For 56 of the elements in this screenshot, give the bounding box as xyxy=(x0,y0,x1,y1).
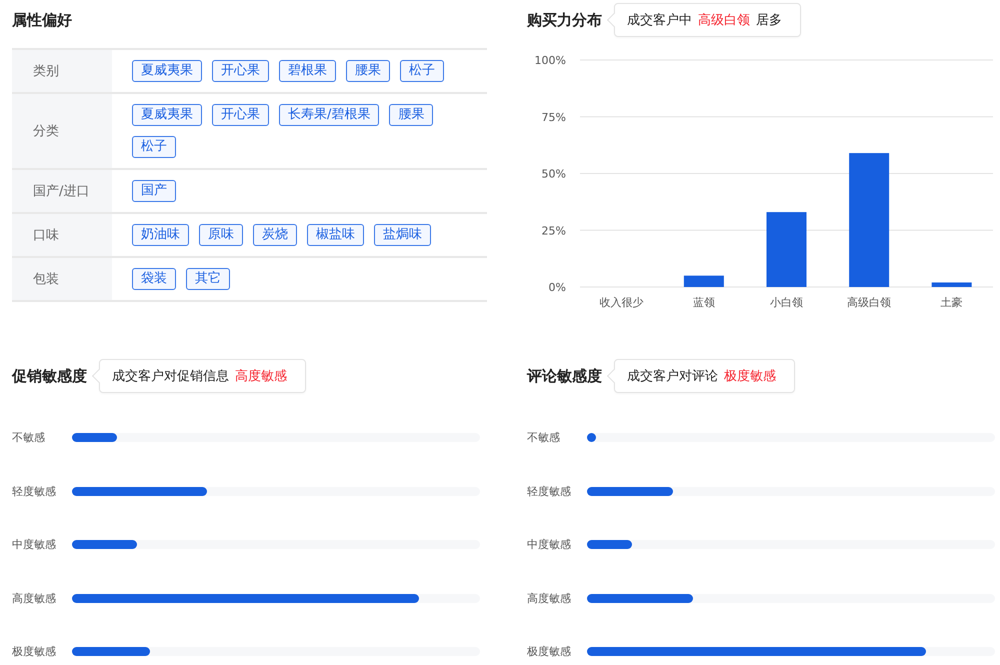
category-label: 收入很少 xyxy=(599,296,644,309)
callout-highlight: 高度敏感 xyxy=(235,368,287,385)
attribute-tag: 腰果 xyxy=(346,60,390,82)
bar-label: 轻度敏感 xyxy=(12,484,57,499)
callout-text: 成交客户对评论 xyxy=(627,368,718,385)
section-title: 属性偏好 xyxy=(12,10,72,30)
attribute-tag: 夏威夷果 xyxy=(132,60,202,82)
category-label: 高级白领 xyxy=(847,296,892,309)
attribute-tag: 奶油味 xyxy=(132,224,189,246)
attribute-tag: 其它 xyxy=(186,268,230,290)
row-label: 包装 xyxy=(33,271,59,288)
category-label: 土豪 xyxy=(940,296,963,309)
axis-tick-label: 100% xyxy=(534,54,566,67)
attribute-tag: 松子 xyxy=(400,60,444,82)
bar-label: 高度敏感 xyxy=(12,590,57,606)
attribute-tag: 碧根果 xyxy=(279,60,336,82)
attribute-tag: 夏威夷果 xyxy=(132,104,202,126)
bar-label: 极度敏感 xyxy=(527,644,572,660)
callout-highlight: 极度敏感 xyxy=(724,368,776,385)
bar-label: 不敏感 xyxy=(12,430,46,446)
attribute-tag: 国产 xyxy=(132,180,176,202)
callout-highlight: 高级白领 xyxy=(698,12,750,29)
callout-text: 成交客户中 xyxy=(627,12,692,29)
row-label: 分类 xyxy=(33,123,59,140)
attribute-tag: 长寿果/碧根果 xyxy=(279,104,380,126)
chart-bar xyxy=(684,276,724,287)
section-title: 评论敏感度 xyxy=(527,366,602,386)
callout-text: 成交客户对促销信息 xyxy=(112,368,229,385)
attribute-tag: 炭烧 xyxy=(253,224,297,246)
category-label: 小白领 xyxy=(770,296,803,309)
attribute-tag: 原味 xyxy=(199,224,243,246)
bar-label: 轻度敏感 xyxy=(527,484,572,499)
axis-tick-label: 50% xyxy=(542,168,566,180)
bar-label: 不敏感 xyxy=(527,430,561,446)
attribute-tag: 椒盐味 xyxy=(307,224,364,246)
category-label: 蓝领 xyxy=(692,296,715,309)
section-title: 购买力分布 xyxy=(527,10,602,30)
callout-text: 居多 xyxy=(756,12,782,29)
section-title: 促销敏感度 xyxy=(12,366,87,386)
bar-label: 极度敏感 xyxy=(12,644,57,660)
row-label: 国产/进口 xyxy=(33,183,90,200)
attribute-tag: 袋装 xyxy=(132,268,176,290)
attribute-tag: 腰果 xyxy=(389,104,434,126)
chart-bar xyxy=(932,282,972,287)
attribute-tag: 松子 xyxy=(132,136,176,158)
bar-label: 中度敏感 xyxy=(527,537,572,552)
attribute-tag: 开心果 xyxy=(212,60,269,82)
axis-tick-label: 25% xyxy=(542,224,566,238)
attribute-tag: 开心果 xyxy=(212,104,269,126)
bar-label: 高度敏感 xyxy=(527,590,572,606)
bar-label: 中度敏感 xyxy=(12,537,57,552)
axis-tick-label: 0% xyxy=(548,281,566,294)
row-label: 口味 xyxy=(33,227,59,244)
axis-tick-label: 75% xyxy=(542,110,566,124)
attribute-tag: 盐焗味 xyxy=(374,224,431,246)
row-label: 类别 xyxy=(33,63,59,80)
